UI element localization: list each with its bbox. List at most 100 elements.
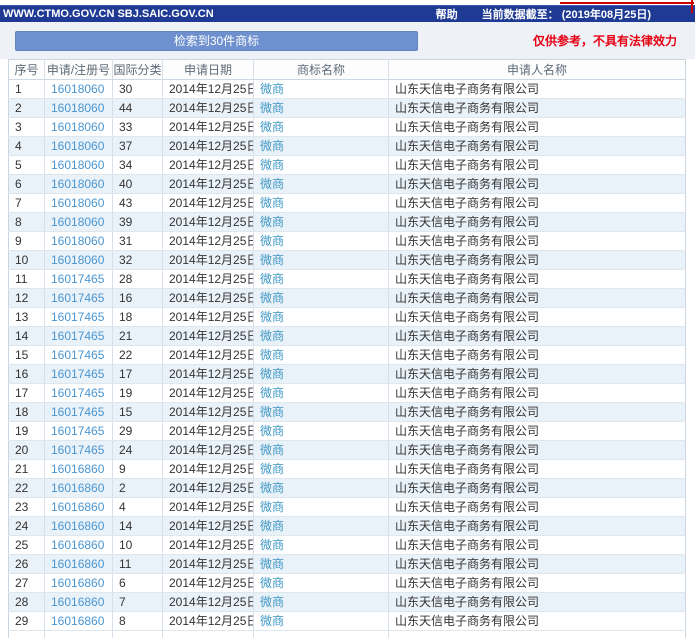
cell-application-date: 2014年12月25日: [163, 612, 254, 631]
table-row: 20 16017465 24 2014年12月25日 微商 山东天信电子商务有限…: [9, 441, 686, 460]
cell-mark-name: 微商: [254, 479, 389, 498]
site-title: WWW.CTMO.GOV.CN SBJ.SAIC.GOV.CN: [3, 8, 214, 20]
cell-intl-class: 21: [113, 327, 163, 346]
cell-application-date: 2014年12月25日: [163, 118, 254, 137]
registration-number-link[interactable]: 16018060: [51, 196, 104, 210]
registration-number-link[interactable]: 16017465: [51, 367, 104, 381]
table-row: 18 16017465 15 2014年12月25日 微商 山东天信电子商务有限…: [9, 403, 686, 422]
cell-mark-name: 微商: [254, 384, 389, 403]
cell-index: 15: [9, 346, 45, 365]
cell-intl-class: 24: [113, 441, 163, 460]
cell-mark-name: 微商: [254, 441, 389, 460]
table-row: 23 16016860 4 2014年12月25日 微商 山东天信电子商务有限公…: [9, 498, 686, 517]
cell-mark-name: 微商: [254, 194, 389, 213]
registration-number-link[interactable]: 16016860: [51, 481, 104, 495]
registration-number-link[interactable]: 16016860: [51, 462, 104, 476]
col-header-mark-name: 商标名称: [254, 60, 389, 80]
cell-registration-number: 16018060: [45, 137, 113, 156]
cell-registration-number: 16018060: [45, 194, 113, 213]
cell-index: 10: [9, 251, 45, 270]
cell-registration-number: 16016860: [45, 536, 113, 555]
registration-number-link[interactable]: 16018060: [51, 120, 104, 134]
cell-application-date: 2014年12月25日: [163, 441, 254, 460]
red-annotation-line-top: [560, 2, 694, 4]
mark-name-text: 微商: [260, 82, 284, 96]
registration-number-link[interactable]: 16017465: [51, 443, 104, 457]
table-row: 24 16016860 14 2014年12月25日 微商 山东天信电子商务有限…: [9, 517, 686, 536]
cell-index: 28: [9, 593, 45, 612]
cell-application-date: 2014年12月25日: [163, 308, 254, 327]
table-row: 29 16016860 8 2014年12月25日 微商 山东天信电子商务有限公…: [9, 612, 686, 631]
registration-number-link[interactable]: 16016860: [51, 557, 104, 571]
cell-applicant-name: 山东天信电子商务有限公司: [389, 517, 686, 536]
registration-number-link[interactable]: 16017465: [51, 329, 104, 343]
registration-number-link[interactable]: 16018060: [51, 101, 104, 115]
table-row: 21 16016860 9 2014年12月25日 微商 山东天信电子商务有限公…: [9, 460, 686, 479]
table-row: 7 16018060 43 2014年12月25日 微商 山东天信电子商务有限公…: [9, 194, 686, 213]
cell-application-date: 2014年12月25日: [163, 593, 254, 612]
registration-number-link[interactable]: 16018060: [51, 234, 104, 248]
cell-intl-class: 39: [113, 213, 163, 232]
registration-number-link[interactable]: 16018060: [51, 215, 104, 229]
cell-intl-class: 8: [113, 612, 163, 631]
cell-mark-name: 微商: [254, 137, 389, 156]
cell-application-date: 2014年12月25日: [163, 251, 254, 270]
cell-application-date: 2014年12月25日: [163, 517, 254, 536]
registration-number-link[interactable]: 16017465: [51, 348, 104, 362]
cell-registration-number: 16016860: [45, 460, 113, 479]
cell-intl-class: 19: [113, 384, 163, 403]
mark-name-text: 微商: [260, 272, 284, 286]
registration-number-link[interactable]: 16017465: [51, 291, 104, 305]
registration-number-link[interactable]: 16016860: [51, 595, 104, 609]
cell-index: 12: [9, 289, 45, 308]
cell-mark-name: 微商: [254, 346, 389, 365]
cell-mark-name: 微商: [254, 118, 389, 137]
registration-number-link[interactable]: 16016860: [51, 538, 104, 552]
table-row: 22 16016860 2 2014年12月25日 微商 山东天信电子商务有限公…: [9, 479, 686, 498]
table-row: 27 16016860 6 2014年12月25日 微商 山东天信电子商务有限公…: [9, 574, 686, 593]
cell-applicant-name: 山东天信电子商务有限公司: [389, 574, 686, 593]
registration-number-link[interactable]: 16018060: [51, 139, 104, 153]
result-count-button[interactable]: 检索到30件商标: [15, 31, 418, 51]
registration-number-link[interactable]: 16017465: [51, 405, 104, 419]
cell-mark-name: 微商: [254, 612, 389, 631]
mark-name-text: 微商: [260, 310, 284, 324]
table-row: 6 16018060 40 2014年12月25日 微商 山东天信电子商务有限公…: [9, 175, 686, 194]
registration-number-link[interactable]: 16018060: [51, 177, 104, 191]
cell-application-date: 2014年12月25日: [163, 555, 254, 574]
mark-name-text: 微商: [260, 595, 284, 609]
cell-application-date: 2014年12月25日: [163, 479, 254, 498]
registration-number-link[interactable]: 16017465: [51, 272, 104, 286]
registration-number-link[interactable]: 16018060: [51, 158, 104, 172]
registration-number-link[interactable]: 16018060: [51, 82, 104, 96]
registration-number-link[interactable]: 16017465: [51, 310, 104, 324]
registration-number-link[interactable]: 16016860: [51, 614, 104, 628]
mark-name-text: 微商: [260, 158, 284, 172]
cell-applicant-name: 山东天信电子商务有限公司: [389, 156, 686, 175]
cell-mark-name: 微商: [254, 156, 389, 175]
mark-name-text: 微商: [260, 348, 284, 362]
cell-applicant-name: 山东天信电子商务有限公司: [389, 194, 686, 213]
table-row: 28 16016860 7 2014年12月25日 微商 山东天信电子商务有限公…: [9, 593, 686, 612]
registration-number-link[interactable]: 16016860: [51, 519, 104, 533]
help-link[interactable]: 帮助: [436, 6, 458, 22]
cell-application-date: 2014年12月25日: [163, 460, 254, 479]
registration-number-link[interactable]: 16016860: [51, 576, 104, 590]
table-row: 2 16018060 44 2014年12月25日 微商 山东天信电子商务有限公…: [9, 99, 686, 118]
cell-index: 7: [9, 194, 45, 213]
cell-registration-number: 16017465: [45, 441, 113, 460]
cell-intl-class: 6: [113, 574, 163, 593]
registration-number-link[interactable]: 16017465: [51, 424, 104, 438]
registration-number-link[interactable]: 16018060: [51, 253, 104, 267]
registration-number-link[interactable]: 16016860: [51, 500, 104, 514]
cell-applicant-name: 山东天信电子商务有限公司: [389, 441, 686, 460]
mark-name-text: 微商: [260, 253, 284, 267]
cell-index: 16: [9, 365, 45, 384]
cell-application-date: 2014年12月25日: [163, 422, 254, 441]
cell-applicant-name: 山东天信电子商务有限公司: [389, 270, 686, 289]
mark-name-text: 微商: [260, 576, 284, 590]
registration-number-link[interactable]: 16017465: [51, 386, 104, 400]
cell-applicant-name: 山东天信电子商务有限公司: [389, 612, 686, 631]
cell-registration-number: 16016860: [45, 574, 113, 593]
mark-name-text: 微商: [260, 329, 284, 343]
